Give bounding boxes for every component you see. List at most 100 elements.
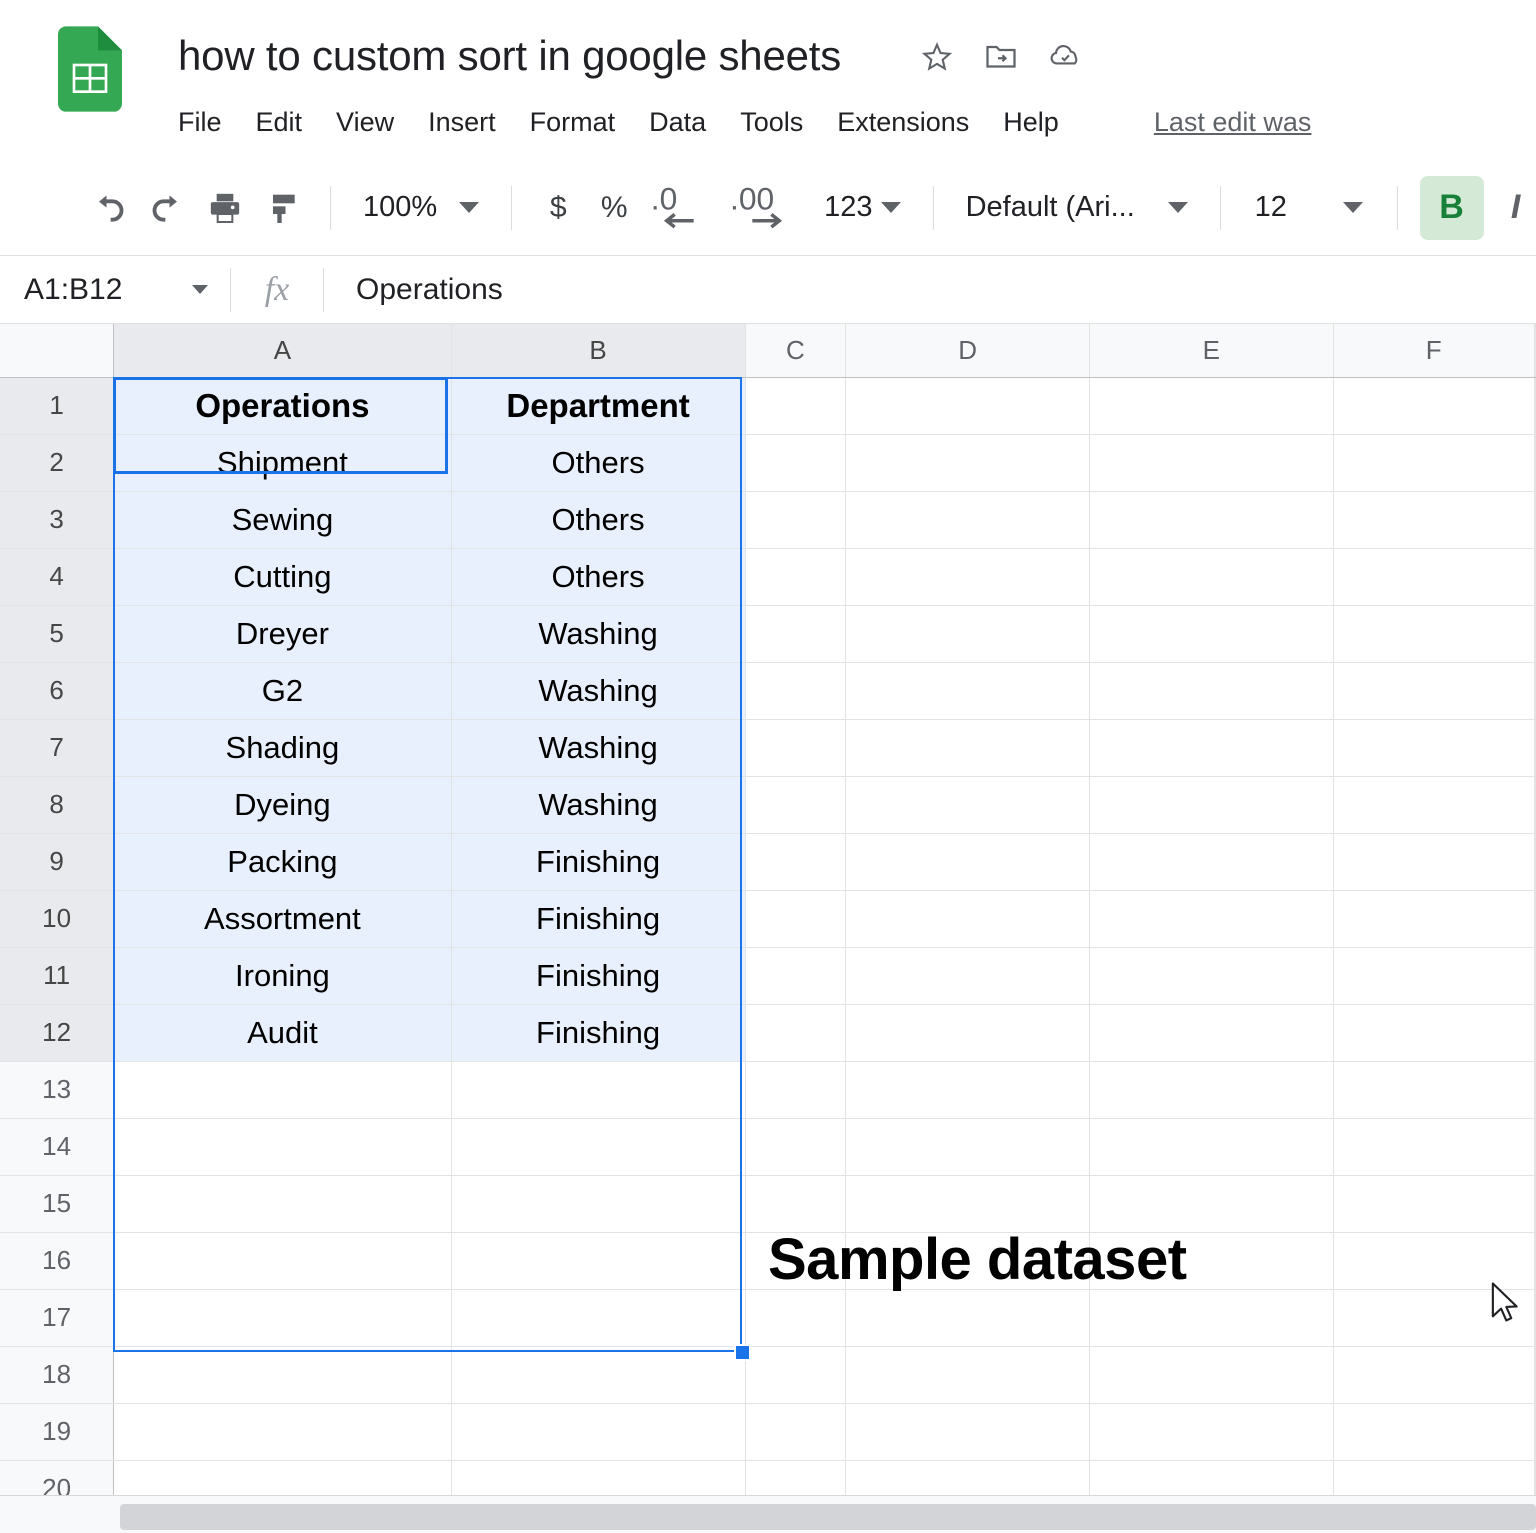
percent-format-button[interactable]: % [586,179,642,237]
cell-G14[interactable] [1534,1118,1536,1176]
cell-D2[interactable] [845,434,1090,492]
cell-D1[interactable] [845,377,1090,435]
row-header-8[interactable]: 8 [0,776,115,834]
cell-D15[interactable] [845,1175,1090,1233]
select-all-corner[interactable] [0,324,115,378]
row-header-1[interactable]: 1 [0,377,115,435]
cell-A3[interactable]: Sewing [113,491,452,549]
cell-B8[interactable]: Washing [451,776,746,834]
cell-D18[interactable] [845,1346,1090,1404]
cell-F12[interactable] [1333,1004,1535,1062]
row-header-18[interactable]: 18 [0,1346,115,1404]
cell-G8[interactable] [1534,776,1536,834]
move-to-folder-icon[interactable] [983,38,1019,74]
cell-F8[interactable] [1333,776,1535,834]
cell-B6[interactable]: Washing [451,662,746,720]
cell-G10[interactable] [1534,890,1536,948]
cell-G1[interactable] [1534,377,1536,435]
cell-A4[interactable]: Cutting [113,548,452,606]
cell-B10[interactable]: Finishing [451,890,746,948]
google-sheets-logo-icon[interactable] [58,26,122,112]
cell-F5[interactable] [1333,605,1535,663]
name-box[interactable]: A1:B12 [0,256,230,323]
cell-A7[interactable]: Shading [113,719,452,777]
cell-A10[interactable]: Assortment [113,890,452,948]
formula-input[interactable]: Operations [324,256,1536,323]
cell-E7[interactable] [1089,719,1334,777]
cell-C14[interactable] [745,1118,847,1176]
decrease-decimal-button[interactable]: .0 [642,179,720,237]
cell-F4[interactable] [1333,548,1535,606]
cell-A1[interactable]: Operations [113,377,452,435]
cell-A13[interactable] [113,1061,452,1119]
row-header-10[interactable]: 10 [0,890,115,948]
font-size-selector[interactable]: 12 [1239,180,1379,236]
row-header-4[interactable]: 4 [0,548,115,606]
cell-D11[interactable] [845,947,1090,1005]
cell-F3[interactable] [1333,491,1535,549]
cell-E3[interactable] [1089,491,1334,549]
cell-F16[interactable] [1333,1232,1535,1290]
cell-E18[interactable] [1089,1346,1334,1404]
menu-item-view[interactable]: View [319,103,411,142]
cell-G17[interactable] [1534,1289,1536,1347]
cell-B7[interactable]: Washing [451,719,746,777]
row-header-13[interactable]: 13 [0,1061,115,1119]
column-header-a[interactable]: A [113,324,452,378]
cell-G15[interactable] [1534,1175,1536,1233]
cell-D17[interactable] [845,1289,1090,1347]
cell-C4[interactable] [745,548,847,606]
cell-E10[interactable] [1089,890,1334,948]
cell-G11[interactable] [1534,947,1536,1005]
cell-C5[interactable] [745,605,847,663]
print-button[interactable] [196,179,254,237]
cell-D6[interactable] [845,662,1090,720]
cell-E8[interactable] [1089,776,1334,834]
cell-E15[interactable] [1089,1175,1334,1233]
row-header-6[interactable]: 6 [0,662,115,720]
cell-G12[interactable] [1534,1004,1536,1062]
cell-D7[interactable] [845,719,1090,777]
cell-A18[interactable] [113,1346,452,1404]
cell-D19[interactable] [845,1403,1090,1461]
cell-B15[interactable] [451,1175,746,1233]
row-header-3[interactable]: 3 [0,491,115,549]
cell-A5[interactable]: Dreyer [113,605,452,663]
row-header-15[interactable]: 15 [0,1175,115,1233]
font-family-selector[interactable]: Default (Ari... [952,180,1202,236]
cell-G2[interactable] [1534,434,1536,492]
cell-E14[interactable] [1089,1118,1334,1176]
cell-A16[interactable] [113,1232,452,1290]
cell-B12[interactable]: Finishing [451,1004,746,1062]
bold-button[interactable]: B [1419,175,1484,240]
cell-E19[interactable] [1089,1403,1334,1461]
cell-D10[interactable] [845,890,1090,948]
cell-E2[interactable] [1089,434,1334,492]
cell-D12[interactable] [845,1004,1090,1062]
horizontal-scrollbar-track[interactable] [0,1495,1536,1533]
currency-format-button[interactable]: $ [530,179,586,237]
cell-A12[interactable]: Audit [113,1004,452,1062]
cell-C1[interactable] [745,377,847,435]
cell-D9[interactable] [845,833,1090,891]
cell-B3[interactable]: Others [451,491,746,549]
row-header-2[interactable]: 2 [0,434,115,492]
cell-C6[interactable] [745,662,847,720]
cell-C16[interactable] [745,1232,847,1290]
cell-B11[interactable]: Finishing [451,947,746,1005]
menu-item-file[interactable]: File [178,103,239,142]
cell-F13[interactable] [1333,1061,1535,1119]
cell-C13[interactable] [745,1061,847,1119]
cell-C2[interactable] [745,434,847,492]
menu-item-help[interactable]: Help [986,103,1076,142]
cell-E6[interactable] [1089,662,1334,720]
row-header-7[interactable]: 7 [0,719,115,777]
cell-E12[interactable] [1089,1004,1334,1062]
cell-C7[interactable] [745,719,847,777]
cell-C8[interactable] [745,776,847,834]
cell-C15[interactable] [745,1175,847,1233]
row-header-16[interactable]: 16 [0,1232,115,1290]
menu-item-insert[interactable]: Insert [411,103,513,142]
cell-G3[interactable] [1534,491,1536,549]
menu-item-extensions[interactable]: Extensions [820,103,986,142]
